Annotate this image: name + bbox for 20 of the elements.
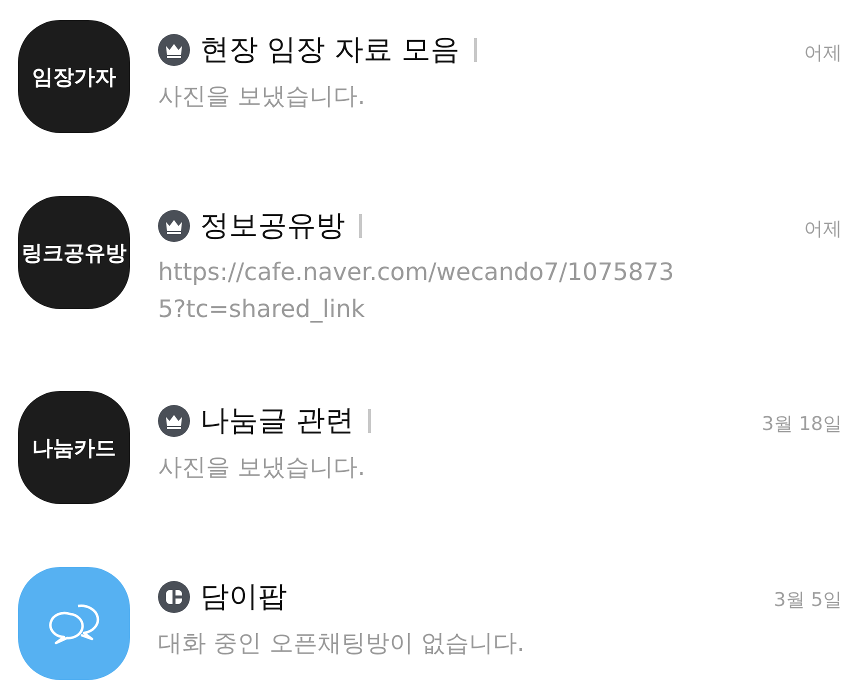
crown-badge-icon: [158, 210, 190, 242]
chat-title: 담이팝: [200, 578, 287, 616]
last-message: 사진을 보냈습니다.: [158, 452, 366, 484]
chat-title: 나눔글 관련: [200, 402, 354, 440]
speech-bubbles-icon: [48, 602, 100, 646]
crown-badge-icon: [158, 405, 190, 438]
last-message: 대화 중인 오픈채팅방이 없습니다.: [158, 628, 526, 660]
chat-title: 정보공유방: [200, 207, 345, 244]
chat-avatar: 나눔카드: [18, 391, 130, 504]
message-time: 어제: [804, 41, 842, 66]
chat-avatar: 링크공유방: [18, 196, 130, 309]
crown-badge-icon: [158, 34, 190, 66]
last-message: https://cafe.naver.com/wecando7/10758735?tc=shared_link: [158, 257, 675, 326]
chat-avatar: 임장가자: [18, 20, 130, 133]
message-time: 어제: [804, 217, 842, 242]
message-time: 3월 18일: [762, 412, 842, 438]
last-message: 사진을 보냈습니다.: [158, 81, 366, 112]
message-time: 3월 5일: [774, 588, 842, 614]
chat-title: 현장 임장 자료 모음: [200, 31, 460, 68]
card-badge-icon: [158, 581, 190, 614]
